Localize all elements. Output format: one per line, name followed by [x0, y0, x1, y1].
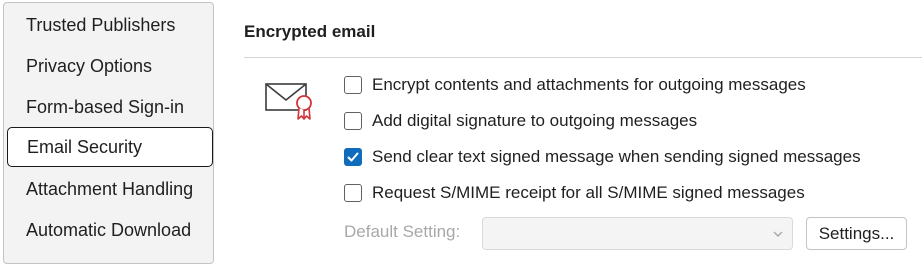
checkbox-box[interactable]: [344, 148, 362, 166]
sidebar-item-label: Automatic Download: [26, 219, 192, 240]
sidebar-item-attachment-handling[interactable]: Attachment Handling: [7, 169, 213, 209]
sidebar-item-label: Attachment Handling: [26, 178, 194, 199]
settings-sidebar: Trusted Publishers Privacy Options Form-…: [3, 2, 214, 264]
section-divider: [244, 57, 922, 58]
checkbox-box[interactable]: [344, 112, 362, 130]
send-clear-text-signed-checkbox[interactable]: Send clear text signed message when send…: [344, 145, 861, 169]
sidebar-item-email-security[interactable]: Email Security: [7, 127, 213, 167]
section-title: Encrypted email: [244, 22, 376, 41]
sidebar-item-label: Form-based Sign-in: [26, 96, 185, 117]
checkmark-icon: [347, 152, 359, 162]
request-smime-receipt-checkbox[interactable]: Request S/MIME receipt for all S/MIME si…: [344, 181, 805, 205]
chevron-down-icon: [773, 231, 783, 237]
default-setting-label: Default Setting:: [344, 222, 461, 241]
settings-button-label: Settings...: [818, 223, 895, 243]
checkbox-label: Add digital signature to outgoing messag…: [372, 111, 698, 130]
sidebar-item-trusted-publishers[interactable]: Trusted Publishers: [7, 5, 213, 45]
sidebar-item-label: Email Security: [27, 136, 143, 157]
checkbox-box[interactable]: [344, 184, 362, 202]
add-digital-signature-checkbox[interactable]: Add digital signature to outgoing messag…: [344, 109, 697, 133]
checkbox-box[interactable]: [344, 76, 362, 94]
sidebar-item-label: Trusted Publishers: [26, 14, 176, 35]
settings-button[interactable]: Settings...: [806, 217, 907, 250]
sidebar-item-automatic-download[interactable]: Automatic Download: [7, 210, 213, 250]
encrypt-contents-checkbox[interactable]: Encrypt contents and attachments for out…: [344, 73, 806, 97]
sidebar-item-label: Privacy Options: [26, 55, 153, 76]
sidebar-item-privacy-options[interactable]: Privacy Options: [7, 46, 213, 86]
checkbox-label: Send clear text signed message when send…: [372, 147, 861, 166]
sidebar-item-form-based-sign-in[interactable]: Form-based Sign-in: [7, 87, 213, 127]
checkbox-label: Encrypt contents and attachments for out…: [372, 75, 806, 94]
default-setting-dropdown[interactable]: [482, 217, 793, 250]
checkbox-label: Request S/MIME receipt for all S/MIME si…: [372, 183, 805, 202]
envelope-certificate-icon: [265, 83, 312, 120]
